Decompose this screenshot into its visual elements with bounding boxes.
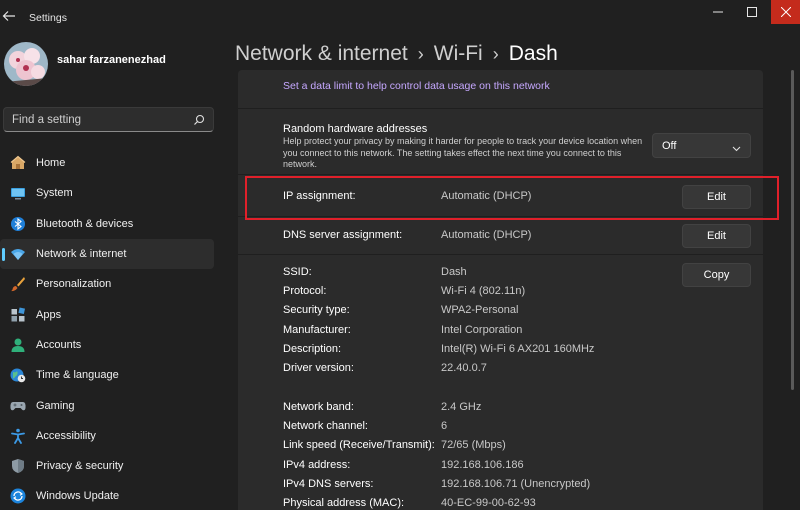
bluetooth-icon: [10, 216, 26, 232]
dns-assignment-value: Automatic (DHCP): [441, 229, 532, 241]
prop-value: Dash: [441, 266, 467, 278]
prop-value: 192.168.106.186: [441, 459, 524, 471]
dns-edit-button[interactable]: Edit: [682, 224, 751, 248]
sidebar-item-label: Personalization: [36, 278, 112, 291]
sidebar-item-label: Bluetooth & devices: [36, 217, 134, 230]
close-icon: [780, 7, 791, 17]
random-hw-dropdown[interactable]: Off: [652, 133, 751, 158]
divider: [238, 108, 763, 109]
prop-label: IPv4 address:: [283, 459, 351, 471]
apps-icon: [10, 307, 26, 323]
prop-label: Physical address (MAC):: [283, 497, 405, 509]
back-arrow-icon[interactable]: [2, 9, 18, 25]
prop-value: 6: [441, 420, 448, 432]
sidebar-item-label: System: [36, 187, 73, 200]
avatar[interactable]: [4, 42, 48, 86]
prop-value: 40-EC-99-00-62-93: [441, 497, 536, 509]
brush-icon: [10, 276, 26, 292]
app-title: Settings: [29, 12, 67, 24]
breadcrumb: Network & internet › Wi-Fi › Dash: [235, 42, 558, 66]
prop-value: 2.4 GHz: [441, 401, 482, 413]
close-button[interactable]: [771, 0, 800, 24]
prop-value: Wi-Fi 4 (802.11n): [441, 285, 526, 297]
sidebar-item-label: Accounts: [36, 338, 82, 351]
sidebar-item-windows-update[interactable]: Windows Update: [0, 481, 214, 510]
prop-label: IPv4 DNS servers:: [283, 478, 374, 490]
sidebar-item-bluetooth[interactable]: Bluetooth & devices: [0, 209, 214, 239]
dropdown-value: Off: [662, 140, 677, 152]
dns-assignment-label: DNS server assignment:: [283, 229, 403, 241]
prop-label: Network band:: [283, 401, 354, 413]
sidebar-item-home[interactable]: Home: [0, 148, 214, 178]
prop-label: Network channel:: [283, 420, 368, 432]
sidebar-item-time-language[interactable]: Time & language: [0, 360, 214, 390]
person-icon: [10, 337, 26, 353]
random-hw-description: Help protect your privacy by making it h…: [283, 136, 643, 169]
prop-label: SSID:: [283, 266, 312, 278]
sidebar-item-privacy-security[interactable]: Privacy & security: [0, 451, 214, 481]
gamepad-icon: [10, 398, 26, 414]
search-placeholder: Find a setting: [12, 114, 82, 126]
breadcrumb-separator: ›: [417, 44, 424, 64]
data-limit-link[interactable]: Set a data limit to help control data us…: [283, 80, 550, 92]
prop-label: Driver version:: [283, 362, 354, 374]
user-name: sahar farzanenezhad: [57, 54, 166, 66]
sidebar-item-gaming[interactable]: Gaming: [0, 390, 214, 420]
monitor-icon: [10, 185, 26, 201]
sidebar-item-accessibility[interactable]: Accessibility: [0, 421, 214, 451]
breadcrumb-network[interactable]: Network & internet: [235, 42, 408, 65]
breadcrumb-wifi[interactable]: Wi-Fi: [434, 42, 483, 65]
sidebar-item-label: Network & internet: [36, 248, 127, 261]
random-hw-title: Random hardware addresses: [283, 123, 428, 135]
sidebar-item-label: Windows Update: [36, 490, 120, 503]
sidebar-item-network[interactable]: Network & internet: [0, 238, 214, 270]
prop-label: Manufacturer:: [283, 324, 351, 336]
wifi-properties-panel: Set a data limit to help control data us…: [238, 70, 763, 510]
chevron-down-icon: [732, 142, 741, 152]
prop-label: Description:: [283, 343, 342, 355]
globe-clock-icon: [10, 367, 26, 383]
sidebar-item-label: Gaming: [36, 399, 75, 412]
breadcrumb-separator: ›: [492, 44, 499, 64]
sidebar-item-label: Privacy & security: [36, 460, 124, 473]
sync-icon: [10, 488, 26, 504]
copy-button[interactable]: Copy: [682, 263, 751, 287]
sidebar-item-label: Time & language: [36, 369, 119, 382]
wifi-icon: [10, 246, 26, 262]
shield-icon: [10, 458, 26, 474]
prop-value: 22.40.0.7: [441, 362, 487, 374]
sidebar-item-accounts[interactable]: Accounts: [0, 330, 214, 360]
sidebar-item-apps[interactable]: Apps: [0, 299, 214, 329]
divider: [238, 254, 763, 255]
sidebar-item-label: Accessibility: [36, 429, 96, 442]
prop-value: Intel Corporation: [441, 324, 523, 336]
divider: [238, 174, 763, 175]
minimize-button[interactable]: [703, 0, 732, 24]
home-icon: [10, 155, 26, 171]
sidebar-nav: Home System Bluetooth & devices Network …: [0, 148, 216, 510]
sidebar-item-personalization[interactable]: Personalization: [0, 269, 214, 299]
prop-value: Intel(R) Wi-Fi 6 AX201 160MHz: [441, 343, 595, 355]
sidebar-item-label: Apps: [36, 308, 62, 321]
sidebar-item-system[interactable]: System: [0, 178, 214, 208]
prop-label: Security type:: [283, 304, 350, 316]
title-bar: Settings: [0, 0, 800, 36]
prop-label: Link speed (Receive/Transmit):: [283, 439, 435, 451]
sidebar-item-label: Home: [36, 157, 66, 170]
prop-label: Protocol:: [283, 285, 327, 297]
prop-value: 72/65 (Mbps): [441, 439, 506, 451]
search-input[interactable]: Find a setting: [3, 107, 214, 132]
ip-assignment-highlight: [245, 176, 779, 220]
page-title: Dash: [508, 42, 558, 65]
maximize-button[interactable]: [737, 0, 766, 24]
selection-indicator: [2, 247, 5, 261]
accessibility-icon: [10, 428, 26, 444]
prop-value: 192.168.106.71 (Unencrypted): [441, 478, 591, 490]
search-icon[interactable]: [193, 114, 205, 126]
prop-value: WPA2-Personal: [441, 304, 519, 316]
scrollbar[interactable]: [791, 70, 794, 390]
